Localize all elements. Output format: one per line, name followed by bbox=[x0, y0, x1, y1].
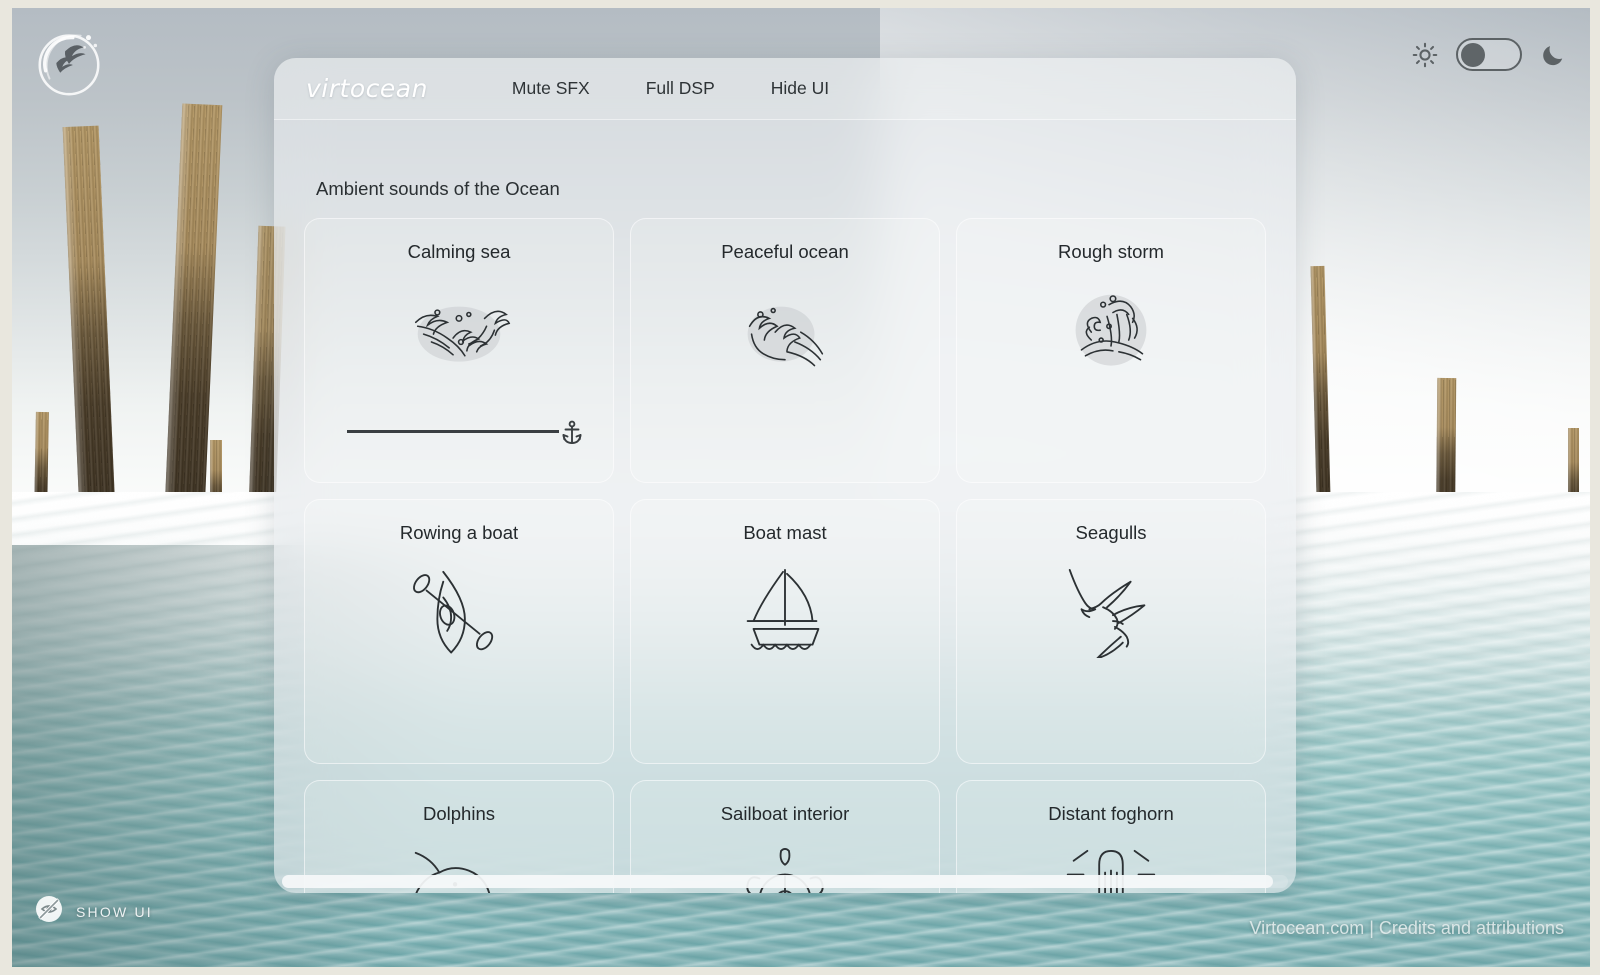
card-title: Calming sea bbox=[407, 241, 511, 262]
eye-slash-icon[interactable] bbox=[34, 894, 64, 929]
panel-horizontal-scrollbar[interactable] bbox=[282, 875, 1288, 888]
card-title: Seagulls bbox=[1075, 522, 1147, 543]
show-ui-label: SHOW UI bbox=[76, 903, 153, 920]
sound-card-boat-mast[interactable]: Boat mast bbox=[630, 499, 940, 764]
slider-track bbox=[347, 430, 559, 433]
card-title: Rowing a boat bbox=[399, 522, 519, 543]
sound-card-peaceful-ocean[interactable]: Peaceful ocean bbox=[630, 218, 940, 483]
moon-icon[interactable] bbox=[1540, 42, 1566, 68]
sound-card-rowing-a-boat[interactable]: Rowing a boat bbox=[304, 499, 614, 764]
card-title: Boat mast bbox=[743, 522, 827, 543]
panel-navbar: virtocean Mute SFX Full DSP Hide UI bbox=[274, 58, 1296, 120]
seagull-circle-logo[interactable] bbox=[30, 24, 108, 102]
theme-switch-knob bbox=[1461, 42, 1485, 67]
nav-button-full-dsp[interactable]: Full DSP bbox=[642, 72, 719, 105]
ocean-wave-icon bbox=[400, 283, 518, 379]
card-title: Rough storm bbox=[1058, 241, 1164, 262]
sound-card-seagulls[interactable]: Seagulls bbox=[956, 499, 1266, 764]
card-title: Distant foghorn bbox=[1048, 803, 1174, 824]
ocean-scene-background: virtocean Mute SFX Full DSP Hide UI Ambi… bbox=[12, 8, 1590, 967]
anchor-icon[interactable] bbox=[559, 420, 585, 446]
show-ui-button[interactable]: SHOW UI bbox=[34, 894, 153, 929]
seagull-icon bbox=[1052, 564, 1170, 660]
main-glass-panel: virtocean Mute SFX Full DSP Hide UI Ambi… bbox=[274, 58, 1296, 893]
storm-wave-icon bbox=[1052, 283, 1170, 379]
nav-button-hide-ui[interactable]: Hide UI bbox=[767, 72, 833, 105]
sound-card-calming-sea[interactable]: Calming sea bbox=[304, 218, 614, 483]
brand-logo-text[interactable]: virtocean bbox=[306, 74, 428, 103]
volume-slider-calming-sea[interactable] bbox=[347, 420, 585, 444]
ocean-wave-icon bbox=[726, 283, 844, 379]
sun-icon[interactable] bbox=[1412, 42, 1438, 68]
sound-card-grid: Calming sea Peaceful ocean Rough storm R… bbox=[304, 218, 1266, 893]
card-title: Peaceful ocean bbox=[721, 241, 849, 262]
nav-button-mute-sfx[interactable]: Mute SFX bbox=[508, 72, 594, 105]
theme-toggle-group[interactable] bbox=[1412, 38, 1566, 71]
scrollbar-thumb[interactable] bbox=[282, 875, 1273, 888]
card-title: Sailboat interior bbox=[720, 803, 850, 824]
sound-card-rough-storm[interactable]: Rough storm bbox=[956, 218, 1266, 483]
theme-mode-switch[interactable] bbox=[1456, 38, 1522, 71]
panel-scroll-body: Ambient sounds of the Ocean Calming sea bbox=[274, 120, 1296, 893]
section-title: Ambient sounds of the Ocean bbox=[316, 178, 560, 199]
credits-link[interactable]: Virtocean.com | Credits and attributions bbox=[1250, 918, 1565, 939]
sailboat-icon bbox=[726, 564, 844, 660]
kayak-paddle-icon bbox=[400, 564, 518, 660]
app-root: virtocean Mute SFX Full DSP Hide UI Ambi… bbox=[0, 0, 1600, 975]
card-title: Dolphins bbox=[423, 803, 495, 824]
